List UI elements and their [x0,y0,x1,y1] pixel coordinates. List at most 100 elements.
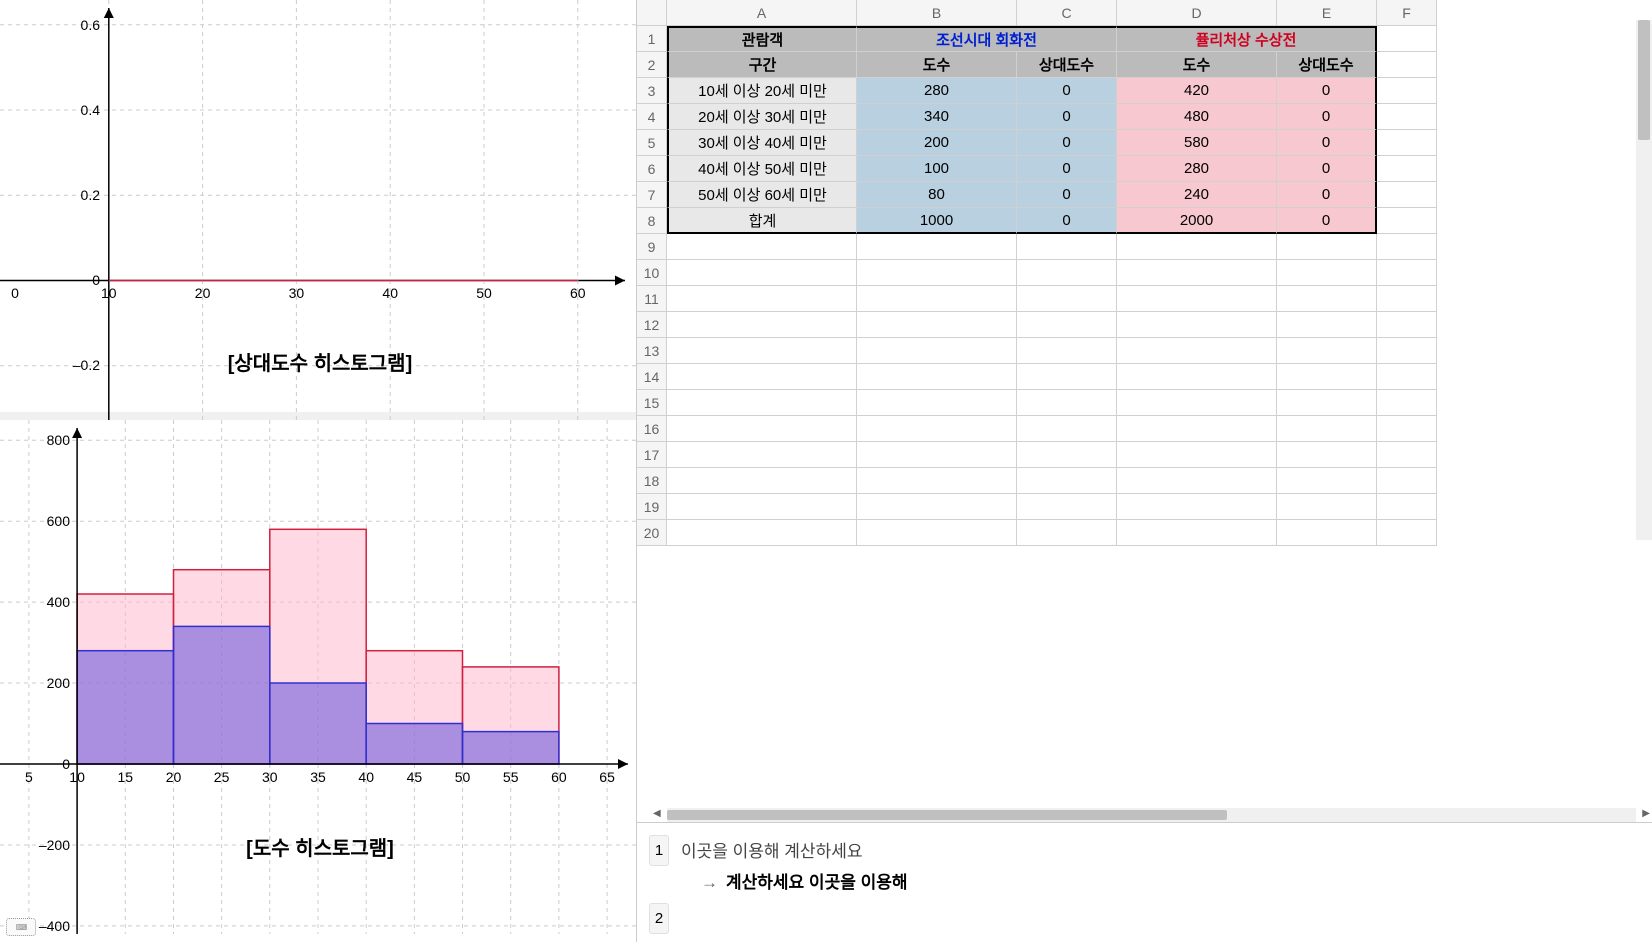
cell-e5[interactable]: 0 [1277,130,1377,156]
cell-e3[interactable]: 0 [1277,78,1377,104]
cell-d6[interactable]: 280 [1117,156,1277,182]
col-header-a[interactable]: A [667,0,857,26]
cell[interactable] [1117,416,1277,442]
cell[interactable] [667,468,857,494]
row-header[interactable]: 18 [637,468,667,494]
cell-e8[interactable]: 0 [1277,208,1377,234]
cell[interactable] [1277,416,1377,442]
cell-c4[interactable]: 0 [1017,104,1117,130]
cell[interactable] [1377,312,1437,338]
cell-b7[interactable]: 80 [857,182,1017,208]
cell[interactable] [667,234,857,260]
cell[interactable] [857,390,1017,416]
frequency-chart[interactable]: 5 10 15 20 25 30 35 40 45 50 55 60 65 0 … [0,420,636,934]
cell[interactable] [1117,468,1277,494]
cell[interactable] [857,338,1017,364]
cell[interactable] [857,312,1017,338]
cell[interactable] [1017,364,1117,390]
cell-c5[interactable]: 0 [1017,130,1117,156]
cell[interactable] [1117,442,1277,468]
scrollbar-thumb[interactable] [1638,20,1650,140]
row-header[interactable]: 16 [637,416,667,442]
cell-c2[interactable]: 상대도수 [1017,52,1117,78]
cell[interactable] [857,260,1017,286]
cell-f8[interactable] [1377,208,1437,234]
cell-a2[interactable]: 구간 [667,52,857,78]
cell-b5[interactable]: 200 [857,130,1017,156]
cell[interactable] [857,442,1017,468]
vertical-scrollbar[interactable] [1636,20,1652,540]
row-header[interactable]: 4 [637,104,667,130]
cell[interactable] [857,286,1017,312]
cell[interactable] [667,286,857,312]
keyboard-icon[interactable]: ⌨ [6,918,36,936]
cas-input[interactable]: 이곳을 이용해 계산하세요 [681,835,1640,864]
cell[interactable] [857,468,1017,494]
cell-a4[interactable]: 20세 이상 30세 미만 [667,104,857,130]
row-header[interactable]: 20 [637,520,667,546]
cell[interactable] [1017,442,1117,468]
cell[interactable] [1117,390,1277,416]
cell-e6[interactable]: 0 [1277,156,1377,182]
bar-blue-1[interactable] [77,651,173,764]
sheet-corner[interactable] [637,0,667,26]
scrollbar-thumb[interactable] [667,810,1227,820]
cell-d2[interactable]: 도수 [1117,52,1277,78]
cell[interactable] [1117,312,1277,338]
cell-a6[interactable]: 40세 이상 50세 미만 [667,156,857,182]
cell-b2[interactable]: 도수 [857,52,1017,78]
cas-input-empty[interactable] [681,903,1640,927]
cell-b3[interactable]: 280 [857,78,1017,104]
cell[interactable] [1377,234,1437,260]
cell-a3[interactable]: 10세 이상 20세 미만 [667,78,857,104]
cell[interactable] [1377,468,1437,494]
cas-row-1[interactable]: 1 이곳을 이용해 계산하세요 →계산하세요 이곳을 이용해 [641,831,1648,899]
row-header[interactable]: 12 [637,312,667,338]
row-header[interactable]: 10 [637,260,667,286]
cell[interactable] [1017,468,1117,494]
cell[interactable] [667,520,857,546]
col-header-b[interactable]: B [857,0,1017,26]
row-header[interactable]: 19 [637,494,667,520]
cell-a1[interactable]: 관람객 [667,26,857,52]
row-header[interactable]: 11 [637,286,667,312]
cell[interactable] [1017,390,1117,416]
cell[interactable] [1017,520,1117,546]
cell[interactable] [1377,364,1437,390]
cell-f7[interactable] [1377,182,1437,208]
cell-c3[interactable]: 0 [1017,78,1117,104]
cell[interactable] [667,312,857,338]
cell-f6[interactable] [1377,156,1437,182]
cell-f3[interactable] [1377,78,1437,104]
cell-b8[interactable]: 1000 [857,208,1017,234]
cell[interactable] [1377,390,1437,416]
row-header[interactable]: 8 [637,208,667,234]
cell[interactable] [1277,520,1377,546]
cell[interactable] [667,338,857,364]
cell[interactable] [1377,442,1437,468]
cell[interactable] [857,234,1017,260]
cell-e7[interactable]: 0 [1277,182,1377,208]
cell[interactable] [1377,416,1437,442]
col-header-f[interactable]: F [1377,0,1437,26]
cell-f4[interactable] [1377,104,1437,130]
scroll-right-icon[interactable]: ▶ [1642,808,1650,819]
cell[interactable] [667,494,857,520]
cell-d5[interactable]: 580 [1117,130,1277,156]
cell[interactable] [1277,338,1377,364]
bar-blue-3[interactable] [270,683,366,764]
cell-a5[interactable]: 30세 이상 40세 미만 [667,130,857,156]
cell[interactable] [667,416,857,442]
row-header[interactable]: 3 [637,78,667,104]
bar-blue-2[interactable] [174,626,270,764]
col-header-e[interactable]: E [1277,0,1377,26]
cell[interactable] [1017,338,1117,364]
row-header[interactable]: 15 [637,390,667,416]
cell-a8[interactable]: 합계 [667,208,857,234]
row-header[interactable]: 9 [637,234,667,260]
row-header[interactable]: 1 [637,26,667,52]
cell[interactable] [667,390,857,416]
cell[interactable] [1277,312,1377,338]
cell[interactable] [1017,494,1117,520]
row-header[interactable]: 7 [637,182,667,208]
